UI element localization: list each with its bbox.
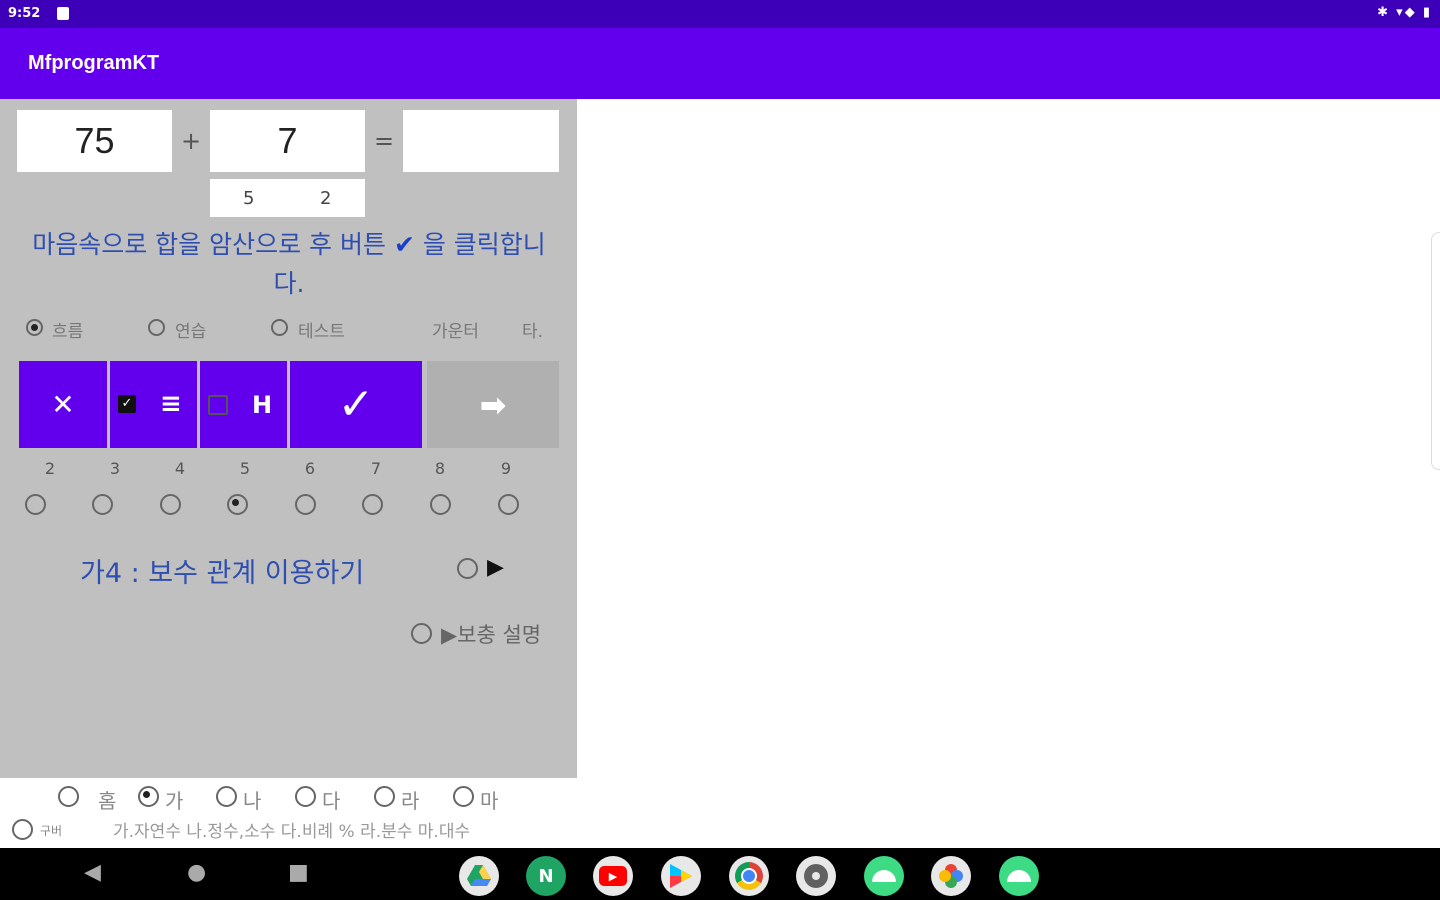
- instruction-part1: 마음속으로 합을 암산으로 후 버튼: [32, 230, 386, 259]
- digit-radio-8[interactable]: [430, 494, 451, 515]
- lesson-title: 가4 : 보수 관계 이용하기: [80, 558, 365, 589]
- digit-label: 3: [109, 459, 121, 478]
- digit-label: 2: [44, 459, 56, 478]
- main-panel: 75 + 7 = 5 2 마음속으로 합을 암산으로 후 버튼 ✔ 을 클릭합니…: [0, 99, 577, 778]
- digit-label: 5: [239, 459, 251, 478]
- home-icon[interactable]: ●: [187, 860, 206, 885]
- back-icon[interactable]: ◀: [84, 860, 101, 885]
- extra-explanation-radio[interactable]: [411, 623, 432, 644]
- list-toggle-button[interactable]: ✓ ≡: [110, 361, 197, 448]
- category-label-na: 나: [243, 789, 262, 813]
- equals-sign: =: [374, 127, 395, 155]
- play-icon[interactable]: ▶: [487, 555, 504, 580]
- operand-b: 7: [210, 110, 365, 172]
- category-radio-home[interactable]: [58, 786, 79, 807]
- digit-label: 7: [370, 459, 382, 478]
- digit-label: 8: [434, 459, 446, 478]
- hint-h-icon: H: [252, 391, 273, 419]
- category-bar: 홈 가 나 다 라 마 구버 가.자연수 나.정수,소수 다.비례 % 라.분수…: [0, 778, 577, 848]
- hint-toggle-button[interactable]: H: [200, 361, 287, 448]
- category-label-ga: 가: [165, 789, 184, 813]
- mode-radio-practice[interactable]: [148, 319, 165, 336]
- digit-label: 4: [174, 459, 186, 478]
- close-icon: ✕: [51, 388, 75, 421]
- list-icon: ≡: [160, 389, 182, 419]
- category-label-da: 다: [322, 789, 341, 813]
- answer-field[interactable]: [403, 110, 559, 172]
- app-title: MfprogramKT: [28, 52, 160, 74]
- operator-plus: +: [181, 127, 202, 155]
- split-left: 5: [243, 188, 255, 209]
- drive-icon[interactable]: [459, 856, 499, 896]
- digit-radio-9[interactable]: [498, 494, 519, 515]
- mode-label-practice: 연습: [175, 322, 207, 342]
- settings-icon[interactable]: [796, 856, 836, 896]
- side-drawer-handle[interactable]: [1431, 232, 1440, 470]
- counter-value: 타.: [522, 322, 544, 342]
- old-version-radio[interactable]: [12, 819, 33, 840]
- digit-radio-7[interactable]: [362, 494, 383, 515]
- chrome-icon[interactable]: [729, 856, 769, 896]
- split-box: 5 2: [210, 179, 365, 217]
- category-radio-ra[interactable]: [374, 786, 395, 807]
- category-radio-da[interactable]: [295, 786, 316, 807]
- extra-explanation-label[interactable]: ▶보충 설명: [441, 619, 541, 649]
- clear-button[interactable]: ✕: [19, 361, 107, 448]
- notification-icon: [57, 7, 69, 20]
- digit-label: 9: [500, 459, 512, 478]
- split-right: 2: [320, 188, 332, 209]
- next-button[interactable]: ➡: [427, 361, 559, 448]
- nav-bar: [0, 848, 1440, 900]
- counter-label: 가운터: [432, 322, 479, 342]
- category-legend: 가.자연수 나.정수,소수 다.비례 % 라.분수 마.대수: [113, 822, 471, 842]
- checkbox-unchecked-icon[interactable]: [208, 395, 228, 415]
- n-app-icon[interactable]: N: [526, 856, 566, 896]
- android-icon[interactable]: [864, 856, 904, 896]
- category-label-home: 홈: [98, 789, 117, 813]
- app-bar: MfprogramKT: [0, 28, 1440, 99]
- play-store-icon[interactable]: [661, 856, 701, 896]
- mode-label-test: 테스트: [298, 322, 345, 342]
- category-radio-ma[interactable]: [453, 786, 474, 807]
- status-bar: 9:52 ✱ ▾◆ ▮: [0, 0, 1440, 28]
- digit-radio-2[interactable]: [25, 494, 46, 515]
- digit-radio-3[interactable]: [92, 494, 113, 515]
- mode-label-flow: 흐름: [52, 322, 84, 342]
- check-button[interactable]: ✓: [290, 361, 422, 448]
- lesson-play-radio[interactable]: [457, 558, 478, 579]
- digit-radio-5[interactable]: [227, 494, 248, 515]
- category-radio-na[interactable]: [216, 786, 237, 807]
- status-time: 9:52: [8, 6, 41, 21]
- category-label-ma: 마: [480, 789, 499, 813]
- recents-icon[interactable]: ■: [288, 860, 309, 885]
- youtube-icon[interactable]: ▶: [593, 856, 633, 896]
- mode-radio-flow[interactable]: [26, 319, 43, 336]
- operand-a: 75: [17, 110, 172, 172]
- check-icon: ✓: [337, 379, 375, 430]
- android-icon[interactable]: [999, 856, 1039, 896]
- old-version-label: 구버: [40, 824, 63, 838]
- category-radio-ga[interactable]: [138, 786, 159, 807]
- photos-icon[interactable]: [931, 856, 971, 896]
- instruction-text: 마음속으로 합을 암산으로 후 버튼 ✔ 을 클릭합니다.: [22, 225, 556, 303]
- checkbox-checked-icon[interactable]: ✓: [118, 395, 136, 413]
- mode-radio-test[interactable]: [271, 319, 288, 336]
- digit-radio-6[interactable]: [295, 494, 316, 515]
- status-icons: ✱ ▾◆ ▮: [1377, 5, 1432, 20]
- check-mark-icon: ✔: [393, 230, 415, 259]
- digit-radio-4[interactable]: [160, 494, 181, 515]
- category-label-ra: 라: [401, 789, 420, 813]
- digit-label: 6: [304, 459, 316, 478]
- arrow-right-icon: ➡: [479, 385, 507, 424]
